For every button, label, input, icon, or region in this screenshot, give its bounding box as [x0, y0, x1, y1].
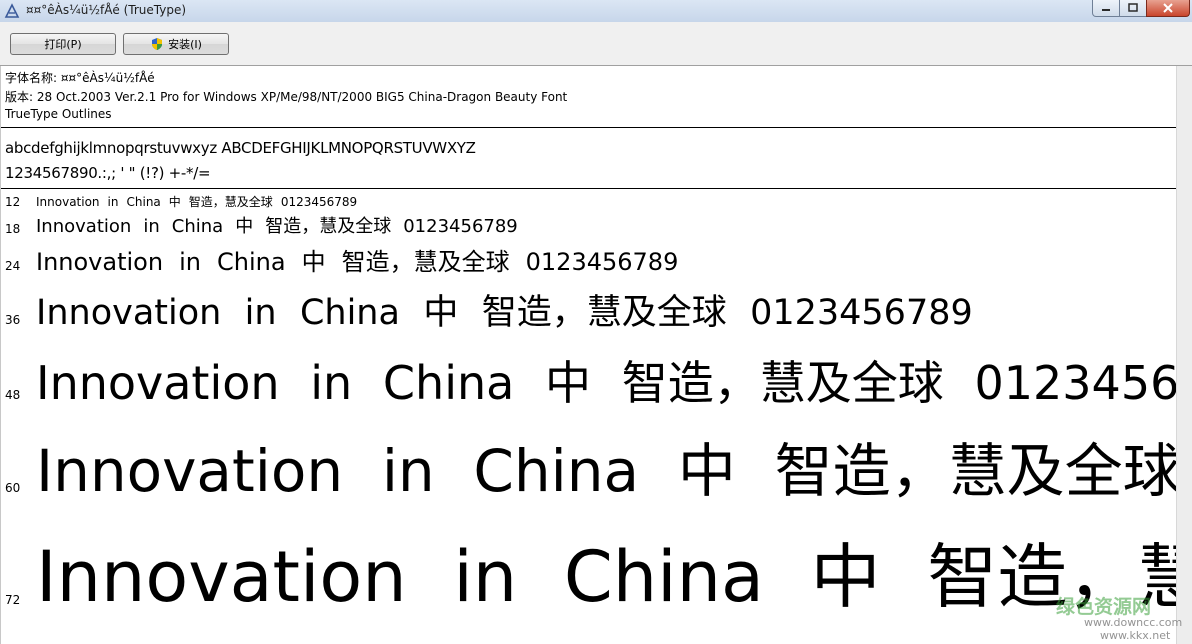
close-button[interactable] [1146, 0, 1190, 17]
size-label-36: 36 [5, 313, 21, 327]
maximize-icon [1128, 3, 1138, 12]
watermark-url: www.kkx.net [1100, 629, 1171, 642]
font-app-icon[interactable] [4, 3, 20, 19]
maximize-button[interactable] [1119, 0, 1147, 17]
uac-shield-icon [150, 37, 164, 51]
toolbar: 打印(P) 安装(I) [0, 22, 1192, 66]
sample-text-24: Innovation in China 中 智造，慧及全球 0123456789 [36, 248, 679, 276]
sample-text-72: Innovation in China 中 智造，慧及全球 0123456789 [36, 536, 1177, 618]
install-button[interactable]: 安装(I) [123, 33, 229, 55]
window-title: ¤¤°êÀs¼ü½fÅé (TrueType) [26, 3, 187, 17]
minimize-icon [1102, 9, 1110, 11]
font-version-line: 版本: 28 Oct.2003 Ver.2.1 Pro for Windows … [5, 90, 568, 104]
sample-text-48: Innovation in China 中 智造，慧及全球 0123456789 [36, 356, 1177, 410]
font-outline-line: TrueType Outlines [5, 107, 112, 121]
size-label-12: 12 [5, 195, 21, 209]
size-label-48: 48 [5, 388, 21, 402]
title-bar: ¤¤°êÀs¼ü½fÅé (TrueType) [0, 0, 1192, 23]
watermark-url: www.downcc.com [1084, 616, 1183, 629]
sample-text-60: Innovation in China 中 智造，慧及全球 0123456789 [36, 437, 1177, 505]
divider [1, 127, 1177, 128]
sample-text-36: Innovation in China 中 智造，慧及全球 0123456789 [36, 293, 973, 333]
site-watermark: 绿色资源网 www.downcc.com www.kkx.net [1056, 592, 1192, 644]
size-label-24: 24 [5, 259, 21, 273]
digits-line: 1234567890.:,; ' " (!?) +-*/= [5, 164, 211, 182]
size-label-72: 72 [5, 593, 21, 607]
font-preview-pane: 字体名称: ¤¤°êÀs¼ü½fÅé 版本: 28 Oct.2003 Ver.2… [0, 66, 1177, 644]
vertical-scrollbar[interactable] [1176, 66, 1192, 644]
install-button-label: 安装(I) [168, 38, 202, 51]
sample-text-18: Innovation in China 中 智造，慧及全球 0123456789 [36, 216, 518, 237]
size-label-18: 18 [5, 222, 21, 236]
minimize-button[interactable] [1092, 0, 1120, 17]
print-button-label: 打印(P) [44, 38, 82, 51]
divider [1, 188, 1177, 189]
sample-text-12: Innovation in China 中 智造，慧及全球 0123456789 [36, 195, 358, 209]
watermark-text: 绿色资源网 [1056, 596, 1152, 618]
close-icon [1163, 3, 1173, 13]
alphabet-line: abcdefghijklmnopqrstuvwxyz ABCDEFGHIJKLM… [5, 139, 476, 157]
print-button[interactable]: 打印(P) [10, 33, 116, 55]
size-label-60: 60 [5, 481, 21, 495]
font-name-line: 字体名称: ¤¤°êÀs¼ü½fÅé [5, 71, 155, 85]
